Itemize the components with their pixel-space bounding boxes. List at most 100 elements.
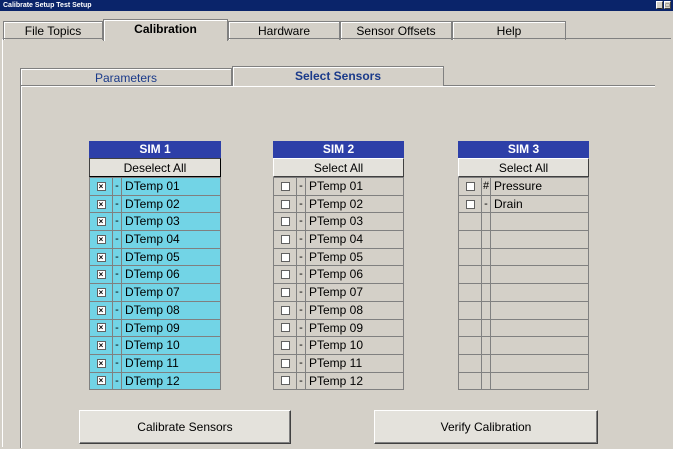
- sensor-checkbox[interactable]: ×: [96, 376, 106, 386]
- sim-2-select-all-button[interactable]: Select All: [273, 158, 404, 177]
- list-item[interactable]: [459, 230, 588, 248]
- flag-cell: -: [113, 319, 122, 337]
- verify-calibration-button[interactable]: Verify Calibration: [374, 410, 598, 444]
- check-mark-icon: ×: [98, 181, 104, 191]
- check-mark-icon: ×: [98, 323, 104, 333]
- sensor-checkbox[interactable]: ×: [96, 234, 106, 244]
- list-item[interactable]: × - DTemp 05: [90, 247, 220, 266]
- sensor-checkbox[interactable]: ×: [96, 270, 106, 280]
- list-item[interactable]: - PTemp 01: [274, 177, 403, 195]
- sim-3-panel: SIM 3 Select All # Pressure - Drain: [458, 141, 589, 391]
- sensor-checkbox[interactable]: ×: [96, 323, 106, 333]
- sensor-name: DTemp 05: [125, 249, 180, 264]
- sensor-name: PTemp 06: [309, 267, 364, 282]
- list-item[interactable]: × - DTemp 04: [90, 230, 220, 248]
- list-item[interactable]: × - DTemp 10: [90, 336, 220, 354]
- sensor-checkbox[interactable]: [280, 234, 290, 244]
- list-item[interactable]: - PTemp 05: [274, 247, 403, 266]
- sensor-checkbox[interactable]: ×: [96, 217, 106, 227]
- sensor-checkbox[interactable]: ×: [96, 341, 106, 351]
- list-item[interactable]: [459, 371, 588, 390]
- list-item[interactable]: [459, 247, 588, 266]
- checkbox-cell: ×: [90, 372, 113, 390]
- list-item[interactable]: × - DTemp 11: [90, 353, 220, 372]
- sensor-checkbox[interactable]: ×: [96, 252, 106, 262]
- sensor-checkbox[interactable]: ×: [96, 358, 106, 368]
- sensor-checkbox[interactable]: [280, 305, 290, 315]
- list-item[interactable]: × - DTemp 09: [90, 318, 220, 337]
- calibrate-sensors-button[interactable]: Calibrate Sensors: [79, 410, 291, 444]
- sensor-checkbox[interactable]: ×: [96, 199, 106, 209]
- list-item[interactable]: - PTemp 04: [274, 230, 403, 248]
- list-item[interactable]: - PTemp 09: [274, 318, 403, 337]
- sim-1-deselect-all-button[interactable]: Deselect All: [89, 158, 221, 177]
- sensor-checkbox[interactable]: ×: [96, 181, 106, 191]
- list-item[interactable]: - PTemp 08: [274, 300, 403, 319]
- sensor-checkbox[interactable]: [280, 287, 290, 297]
- checkbox-cell: ×: [90, 284, 113, 301]
- tab-parameters[interactable]: Parameters: [20, 68, 232, 86]
- list-item[interactable]: [459, 318, 588, 337]
- sensor-checkbox[interactable]: [280, 252, 290, 262]
- sensor-name: [491, 284, 588, 301]
- sensor-checkbox[interactable]: [465, 181, 475, 191]
- check-mark-icon: ×: [98, 217, 104, 227]
- list-item[interactable]: - PTemp 07: [274, 283, 403, 301]
- sim-3-select-all-button[interactable]: Select All: [458, 158, 589, 177]
- list-item[interactable]: × - DTemp 06: [90, 265, 220, 284]
- list-item[interactable]: [459, 336, 588, 354]
- minimize-button[interactable]: _: [656, 1, 663, 9]
- flag-cell: -: [297, 195, 306, 213]
- tab-calibration[interactable]: Calibration: [103, 19, 228, 41]
- checkbox-cell: [274, 178, 297, 195]
- sensor-checkbox[interactable]: ×: [96, 305, 106, 315]
- checkbox-cell: [274, 354, 297, 372]
- list-item[interactable]: × - DTemp 07: [90, 283, 220, 301]
- sim-2-panel: SIM 2 Select All - PTemp 01- PTemp 02- PTem…: [273, 141, 404, 391]
- list-item[interactable]: - PTemp 02: [274, 194, 403, 213]
- check-mark-icon: ×: [98, 305, 104, 315]
- sensor-checkbox[interactable]: [280, 341, 290, 351]
- sensor-name: PTemp 10: [309, 338, 364, 353]
- flag-cell: -: [113, 354, 122, 372]
- sim-3-sensor-list: # Pressure - Drain: [458, 177, 589, 391]
- list-item[interactable]: - PTemp 11: [274, 353, 403, 372]
- list-item[interactable]: [459, 212, 588, 231]
- sensor-checkbox[interactable]: [280, 217, 290, 227]
- sensor-name: DTemp 11: [125, 355, 179, 370]
- sensor-checkbox[interactable]: [280, 199, 290, 209]
- list-item[interactable]: # Pressure: [459, 177, 588, 195]
- list-item[interactable]: × - DTemp 03: [90, 212, 220, 231]
- checkbox-cell: [274, 266, 297, 284]
- sensor-checkbox[interactable]: [280, 270, 290, 280]
- sensor-checkbox[interactable]: [280, 181, 290, 191]
- list-item[interactable]: × - DTemp 02: [90, 194, 220, 213]
- window-title-bar: Calibrate Setup Test Setup _ □: [0, 0, 673, 11]
- list-item[interactable]: - PTemp 12: [274, 371, 403, 390]
- sensor-checkbox[interactable]: [280, 323, 290, 333]
- list-item[interactable]: [459, 300, 588, 319]
- list-item[interactable]: × - DTemp 01: [90, 177, 220, 195]
- sensor-checkbox[interactable]: ×: [96, 287, 106, 297]
- sensor-checkbox[interactable]: [465, 199, 475, 209]
- sensor-name: PTemp 04: [309, 232, 364, 247]
- list-item[interactable]: [459, 265, 588, 284]
- flag-cell: -: [297, 266, 306, 284]
- list-item[interactable]: [459, 283, 588, 301]
- list-item[interactable]: × - DTemp 08: [90, 300, 220, 319]
- sensor-checkbox[interactable]: [280, 358, 290, 368]
- list-item[interactable]: - PTemp 03: [274, 212, 403, 231]
- tab-select-sensors[interactable]: Select Sensors: [232, 66, 444, 86]
- list-item[interactable]: [459, 353, 588, 372]
- list-item[interactable]: - PTemp 06: [274, 265, 403, 284]
- sensor-name: [491, 302, 588, 319]
- flag-cell: -: [113, 248, 122, 266]
- sensor-name: [491, 320, 588, 337]
- maximize-button[interactable]: □: [664, 1, 671, 9]
- sensor-checkbox[interactable]: [280, 376, 290, 386]
- checkbox-cell: [274, 337, 297, 354]
- list-item[interactable]: - PTemp 10: [274, 336, 403, 354]
- sensor-name: PTemp 09: [309, 320, 364, 335]
- list-item[interactable]: - Drain: [459, 194, 588, 213]
- list-item[interactable]: × - DTemp 12: [90, 371, 220, 390]
